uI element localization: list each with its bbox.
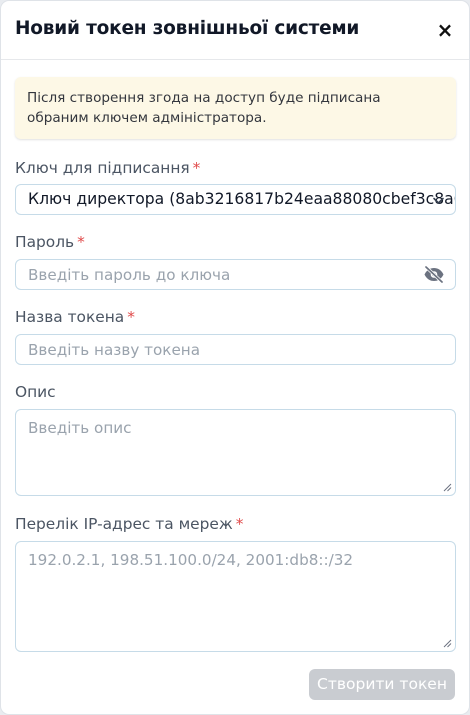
new-token-dialog: Новий токен зовнішньої системи × Після с… — [1, 1, 469, 714]
resize-handle-icon[interactable] — [443, 483, 452, 492]
description-label: Опис — [15, 383, 56, 401]
token-name-input[interactable]: Введіть назву токена — [15, 334, 456, 365]
description-placeholder: Введіть опис — [28, 419, 132, 437]
required-mark: * — [235, 515, 244, 533]
dialog-title: Новий токен зовнішньої системи — [15, 18, 360, 39]
signing-key-label-text: Ключ для підписання — [15, 159, 190, 177]
close-icon[interactable]: × — [435, 19, 455, 41]
dialog-header: Новий токен зовнішньої системи × — [1, 1, 469, 60]
resize-handle-icon[interactable] — [443, 639, 452, 648]
signing-key-value: Ключ директора (8ab3216817b24eaa88080cbe… — [28, 190, 456, 208]
chevron-down-icon — [433, 197, 444, 204]
signing-key-label: Ключ для підписання * — [15, 159, 200, 177]
eye-off-icon[interactable] — [423, 266, 445, 283]
token-name-placeholder: Введіть назву токена — [28, 341, 201, 359]
required-mark: * — [127, 308, 135, 326]
ip-list-label-text: Перелік IP-адрес та мереж — [15, 515, 233, 533]
token-name-label-text: Назва токена — [15, 308, 125, 326]
info-notice: Після створення згода на доступ буде під… — [15, 77, 456, 139]
password-input[interactable]: Введіть пароль до ключа — [15, 259, 456, 290]
password-label-text: Пароль — [15, 233, 75, 251]
signing-key-select[interactable]: Ключ директора (8ab3216817b24eaa88080cbe… — [15, 184, 456, 215]
password-placeholder: Введіть пароль до ключа — [28, 266, 231, 284]
token-name-label: Назва токена * — [15, 308, 135, 326]
description-textarea[interactable]: Введіть опис — [15, 409, 456, 496]
password-label: Пароль * — [15, 233, 85, 251]
ip-list-label: Перелік IP-адрес та мереж * — [15, 515, 243, 533]
required-mark: * — [77, 233, 85, 251]
required-mark: * — [192, 159, 201, 177]
create-token-button[interactable]: Створити токен — [309, 669, 455, 700]
ip-list-placeholder: 192.0.2.1, 198.51.100.0/24, 2001:db8::/3… — [28, 551, 354, 569]
ip-list-textarea[interactable]: 192.0.2.1, 198.51.100.0/24, 2001:db8::/3… — [15, 541, 456, 652]
